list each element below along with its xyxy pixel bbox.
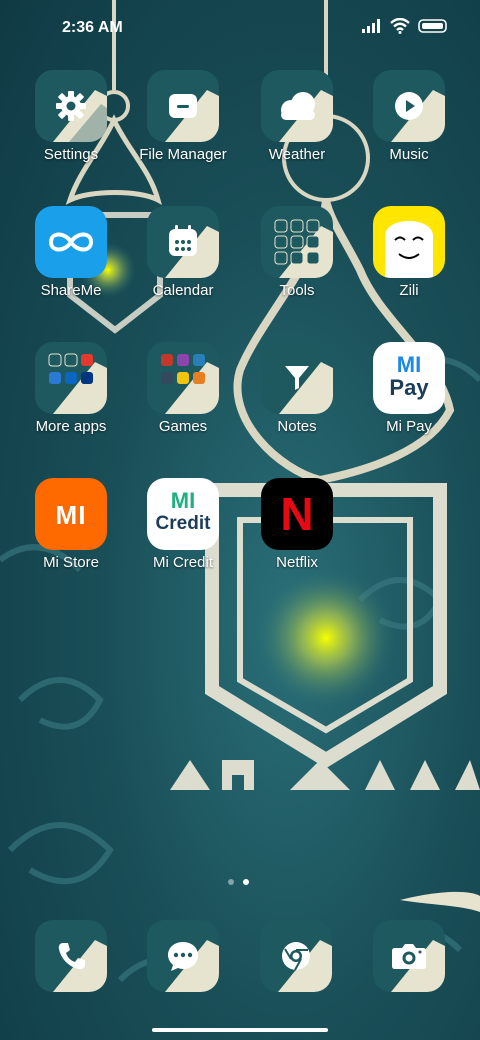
chrome-icon	[282, 942, 310, 971]
app-mi-store[interactable]: MI Mi Store	[14, 474, 128, 594]
page-dot[interactable]	[228, 879, 234, 885]
smiley-icon	[385, 221, 433, 278]
app-music[interactable]: Music	[352, 66, 466, 186]
app-mi-pay[interactable]: MI Pay Mi Pay	[352, 338, 466, 458]
dock-camera[interactable]	[373, 920, 445, 992]
app-settings[interactable]: Settings	[14, 66, 128, 186]
app-games-folder[interactable]: Games	[126, 338, 240, 458]
chat-icon	[168, 942, 198, 971]
app-tools-folder[interactable]: Tools	[240, 202, 354, 322]
page-dot-active[interactable]	[243, 879, 249, 885]
app-label: Netflix	[276, 554, 318, 571]
mipay-icon: MI Pay	[389, 352, 429, 400]
dock-browser[interactable]	[260, 920, 332, 992]
app-label: Mi Store	[43, 554, 99, 571]
app-label: Notes	[277, 418, 317, 435]
wifi-icon	[390, 18, 410, 34]
app-label: Tools	[279, 282, 315, 299]
app-file-manager[interactable]: File Manager	[126, 66, 240, 186]
app-label: Games	[158, 418, 208, 435]
app-label: Calendar	[152, 282, 214, 299]
phone-icon	[58, 943, 85, 970]
dock-messages[interactable]	[147, 920, 219, 992]
folder-grid-icon	[48, 353, 93, 384]
mi-logo-icon: MI	[55, 500, 87, 530]
folder-icon	[169, 94, 197, 118]
app-label: File Manager	[139, 146, 227, 163]
home-gesture-bar[interactable]	[152, 1028, 328, 1032]
app-label: ShareMe	[40, 282, 102, 299]
app-label: Settings	[43, 146, 99, 163]
netflix-icon: N	[280, 488, 314, 540]
app-label: Music	[389, 146, 429, 163]
app-more-apps-folder[interactable]: More apps	[14, 338, 128, 458]
app-label: Mi Credit	[152, 554, 213, 571]
micredit-icon: MI Credit	[155, 488, 211, 535]
app-weather[interactable]: Weather	[240, 66, 354, 186]
folder-grid-icon	[161, 354, 205, 384]
battery-icon	[418, 19, 447, 33]
app-label: More apps	[35, 418, 107, 435]
infinity-icon	[48, 232, 94, 252]
app-mi-credit[interactable]: MI Credit Mi Credit	[126, 474, 240, 594]
folder-grid-icon	[274, 219, 320, 265]
status-icons	[362, 18, 448, 34]
page-indicator	[228, 879, 249, 885]
play-icon	[395, 92, 423, 120]
gear-icon	[56, 91, 86, 121]
app-netflix[interactable]: N Netflix	[240, 474, 354, 594]
app-notes[interactable]: Notes	[240, 338, 354, 458]
app-shareme[interactable]: ShareMe	[14, 202, 128, 322]
signal-icon	[362, 19, 380, 33]
app-label: Mi Pay	[386, 418, 432, 435]
app-calendar[interactable]: Calendar	[126, 202, 240, 322]
status-bar: 2:36 AM	[0, 0, 480, 56]
funnel-icon	[285, 366, 309, 390]
status-time: 2:36 AM	[62, 19, 123, 36]
dock-phone[interactable]	[35, 920, 107, 992]
camera-icon	[392, 944, 426, 969]
cloud-icon	[281, 92, 315, 120]
app-zili[interactable]: Zili	[352, 202, 466, 322]
calendar-icon	[169, 225, 197, 256]
app-label: Weather	[268, 146, 326, 163]
app-label: Zili	[399, 282, 419, 299]
